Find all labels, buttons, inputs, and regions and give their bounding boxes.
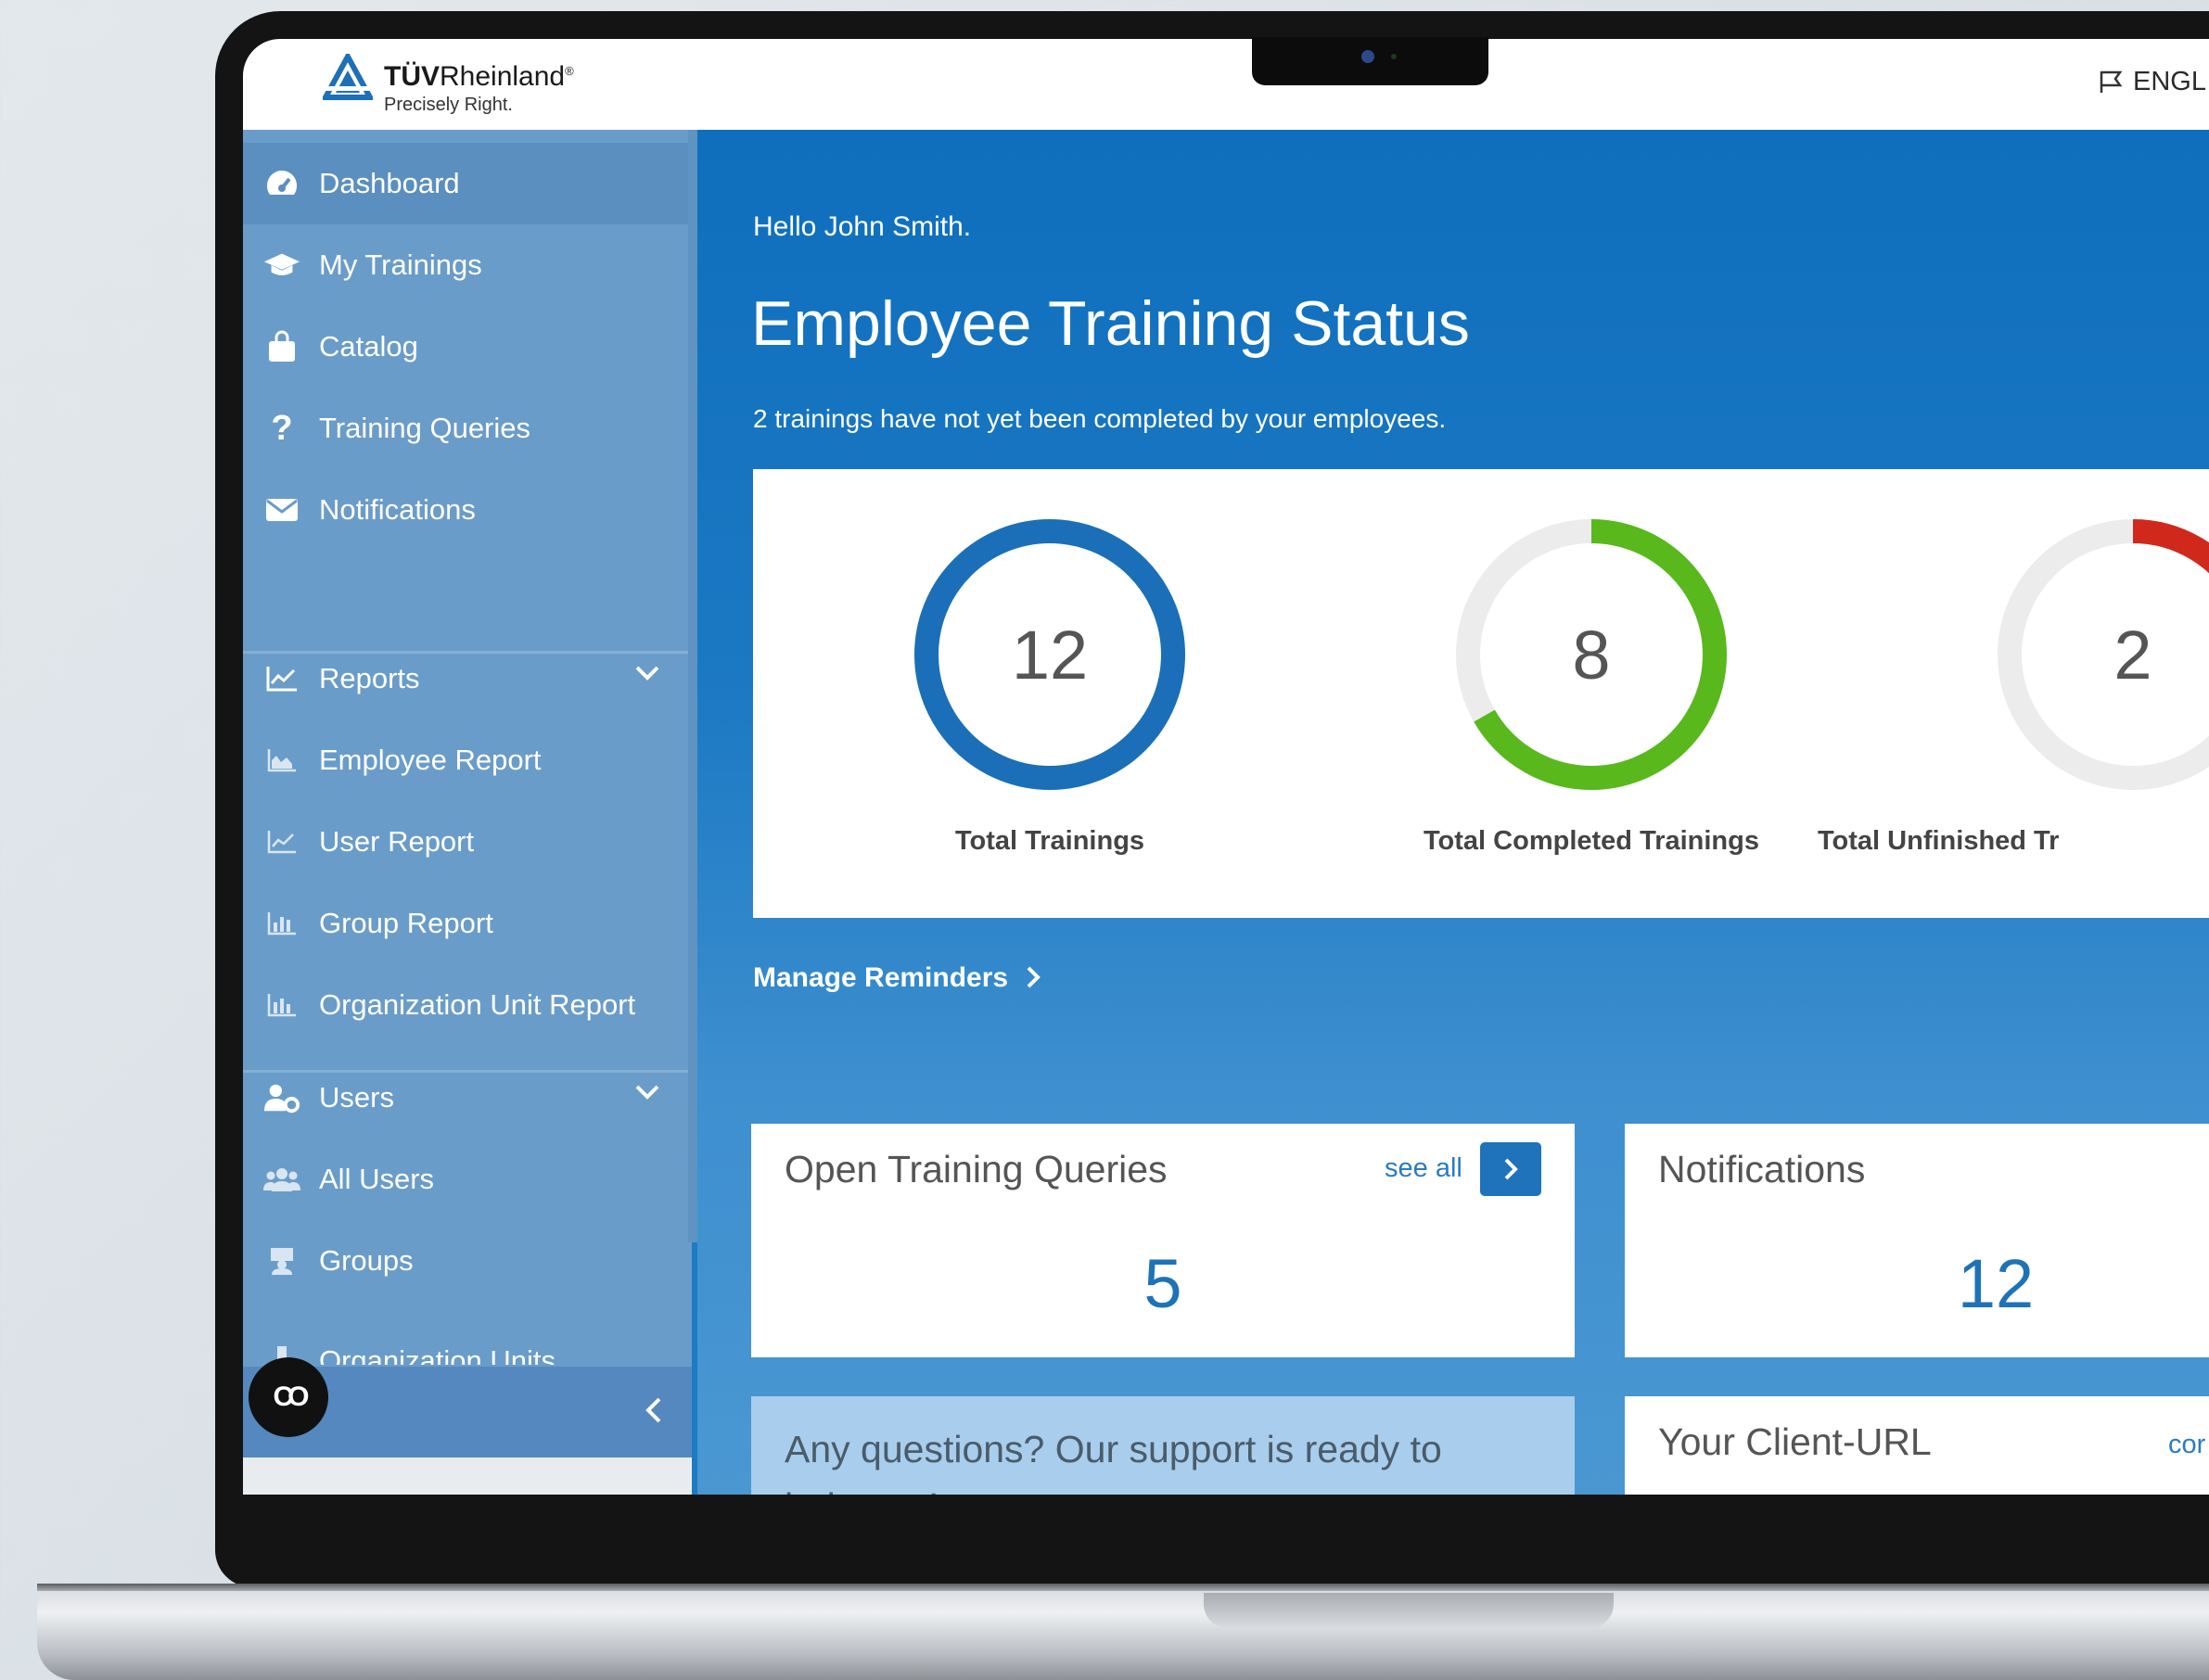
open-training-queries-card: Open Training Queries see all 5 — [751, 1124, 1575, 1357]
tuv-logo-icon — [323, 54, 373, 100]
sidebar: Dashboard My Trainings Catalog ? Trainin… — [243, 130, 692, 1495]
manage-reminders-label: Manage Reminders — [753, 962, 1009, 993]
sidebar-item-label: All Users — [319, 1163, 435, 1195]
brand-tagline: Precisely Right. — [384, 95, 513, 115]
sidebar-item-all-users[interactable]: All Users — [243, 1139, 692, 1220]
card-title: Notifications — [1658, 1148, 1866, 1190]
laptop-base — [37, 1584, 2209, 1680]
card-title: Your Client-URL — [1658, 1420, 1932, 1463]
screen: TÜVRheinland® Precisely Right. ENGL Dash… — [243, 39, 2209, 1495]
graduation-cap-icon — [263, 251, 300, 279]
brand-name: TÜVRheinland® — [384, 61, 574, 92]
sidebar-item-group-report[interactable]: Group Report — [243, 883, 692, 964]
stat-value: 8 — [1572, 616, 1611, 694]
line-chart-icon — [263, 665, 300, 693]
sidebar-item-organization-units[interactable]: Organization Units — [243, 1300, 692, 1365]
top-bar: TÜVRheinland® Precisely Right. ENGL — [243, 39, 2209, 130]
sidebar-item-label: My Trainings — [319, 248, 482, 281]
sidebar-item-organization-unit-report[interactable]: Organization Unit Report — [243, 964, 692, 1046]
collapse-sidebar-icon[interactable] — [644, 1396, 664, 1424]
sidebar-item-label: Catalog — [319, 330, 418, 363]
area-chart-icon — [263, 747, 300, 773]
sidebar-item-label: Group Report — [319, 907, 493, 939]
sidebar-item-label: Notifications — [319, 493, 476, 526]
sidebar-item-label: Organization Unit Report — [319, 988, 636, 1021]
bar-chart-icon — [263, 992, 300, 1018]
sidebar-item-label: Groups — [319, 1244, 414, 1277]
laptop-opening-notch — [1204, 1593, 1614, 1628]
main-content: Hello John Smith. Employee Training Stat… — [697, 130, 2209, 1495]
sidebar-item-label: Reports — [319, 662, 420, 694]
camera-icon — [1361, 50, 1374, 63]
sidebar-item-catalog[interactable]: Catalog — [243, 306, 692, 388]
notifications-card[interactable]: Notifications 12 — [1625, 1124, 2209, 1357]
users-icon — [263, 1166, 300, 1192]
shopping-bag-icon — [263, 330, 300, 363]
group-icon — [263, 1246, 300, 1276]
client-url-link[interactable]: cor — [2168, 1430, 2205, 1460]
sidebar-item-label: Employee Report — [319, 744, 542, 776]
stat-label: Total Unfinished Tr — [1818, 826, 2060, 856]
sidebar-item-label: User Report — [319, 825, 475, 858]
notifications-count: 12 — [1957, 1245, 2035, 1322]
sidebar-scrollbar[interactable] — [688, 130, 697, 1242]
stat-total-completed-trainings[interactable]: 8 Total Completed Trainings — [1295, 469, 1777, 918]
page-title: Employee Training Status — [751, 288, 1470, 359]
see-all-button[interactable] — [1480, 1142, 1541, 1196]
stat-value: 12 — [1011, 616, 1089, 694]
sidebar-item-dashboard[interactable]: Dashboard — [243, 143, 692, 224]
page-subtitle: 2 trainings have not yet been completed … — [753, 404, 1447, 433]
camera-led — [1391, 54, 1397, 59]
support-card[interactable]: Any questions? Our support is ready to h… — [751, 1396, 1575, 1495]
envelope-icon — [263, 497, 300, 523]
sidebar-item-my-trainings[interactable]: My Trainings — [243, 224, 692, 306]
sidebar-item-reports[interactable]: Reports — [243, 638, 692, 719]
sidebar-item-label: Dashboard — [319, 167, 460, 199]
camera-notch — [1252, 37, 1488, 85]
sidebar-item-training-queries[interactable]: ? Training Queries — [243, 388, 692, 469]
sidebar-item-label: Users — [319, 1081, 394, 1114]
sidebar-item-label: Organization Units — [319, 1344, 556, 1365]
sidebar-item-users[interactable]: Users — [243, 1057, 692, 1139]
sidebar-bottom-strip — [243, 1457, 692, 1495]
client-url-card: Your Client-URL cor — [1625, 1396, 2209, 1495]
bar-chart-icon — [263, 910, 300, 936]
closed-captions-badge[interactable]: CO — [249, 1357, 328, 1437]
line-chart-icon — [263, 829, 300, 855]
chevron-right-icon — [1504, 1158, 1518, 1180]
chevron-down-icon — [635, 1085, 659, 1100]
user-gear-icon — [263, 1082, 300, 1114]
stat-total-unfinished-trainings[interactable]: 2 Total Unfinished Tr — [1818, 469, 2209, 918]
sidebar-item-notifications[interactable]: Notifications — [243, 469, 692, 551]
stat-label: Total Trainings — [954, 826, 1145, 856]
laptop-hinge — [37, 1584, 2209, 1591]
sidebar-item-groups[interactable]: Groups — [243, 1220, 692, 1302]
language-label: ENGL — [2133, 67, 2206, 96]
stat-total-trainings[interactable]: 12 Total Trainings — [753, 469, 1235, 918]
sidebar-item-employee-report[interactable]: Employee Report — [243, 719, 692, 801]
see-all-link[interactable]: see all — [1385, 1153, 1462, 1184]
greeting: Hello John Smith. — [753, 211, 972, 242]
training-stats-card: 12 Total Trainings 8 Total Completed Tra… — [753, 469, 2209, 918]
support-text: Any questions? Our support is ready to h… — [785, 1428, 1442, 1495]
flag-icon — [2100, 70, 2123, 93]
language-selector[interactable]: ENGL — [2098, 67, 2206, 97]
stat-value: 2 — [2113, 616, 2152, 694]
chevron-down-icon — [635, 666, 659, 681]
stat-label: Total Completed Trainings — [1424, 826, 1759, 856]
dashboard-icon — [263, 168, 300, 199]
chevron-right-icon — [1027, 966, 1041, 988]
card-title: Open Training Queries — [785, 1148, 1168, 1190]
open-queries-count: 5 — [1143, 1245, 1182, 1322]
sidebar-item-user-report[interactable]: User Report — [243, 801, 692, 883]
manage-reminders-link[interactable]: Manage Reminders — [753, 962, 1041, 994]
sidebar-item-label: Training Queries — [319, 412, 531, 444]
question-icon: ? — [271, 408, 293, 448]
